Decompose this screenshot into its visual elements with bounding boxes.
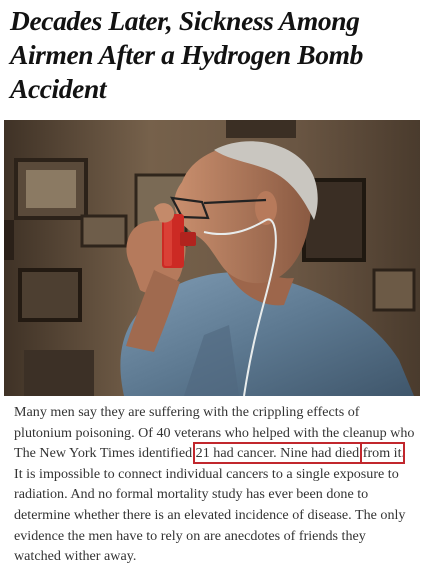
- article-headline: Decades Later, Sickness Among Airmen Aft…: [10, 5, 363, 104]
- article-body: Many men say they are suffering with the…: [14, 402, 416, 567]
- body-text-after: . It is impossible to connect individual…: [14, 445, 406, 565]
- photo-illustration: [4, 120, 420, 396]
- article-photo: [4, 120, 420, 396]
- highlighted-text-cancer-count: 21 had cancer. Nine had died: [192, 442, 363, 465]
- highlighted-text-from-it: from it: [359, 442, 405, 465]
